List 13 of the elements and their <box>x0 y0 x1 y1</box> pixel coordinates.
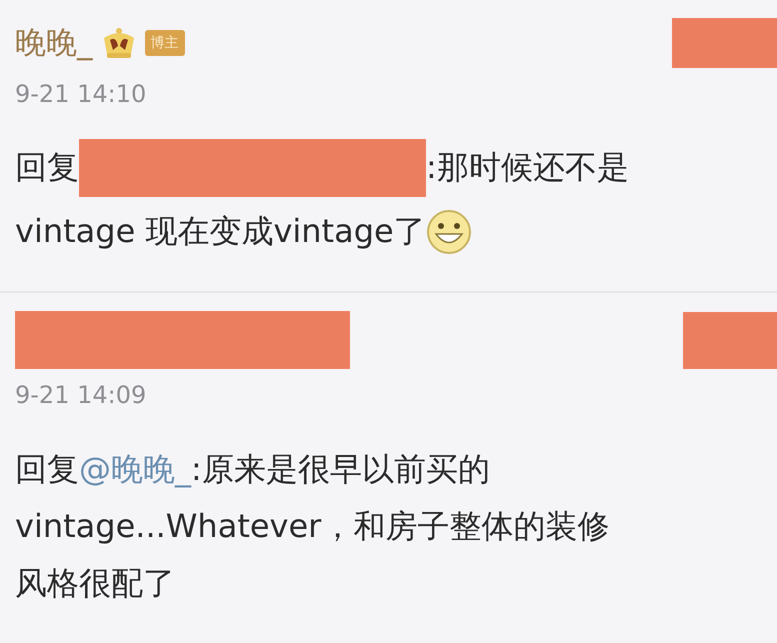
comment-text: :原来是很早以前买的 <box>191 448 490 490</box>
grin-emoji-icon <box>426 209 472 255</box>
comment-text: vintage 现在变成vintage了 <box>15 211 426 252</box>
timestamp: 9-21 14:10 <box>15 80 148 108</box>
comment-text: 回复 <box>15 147 79 188</box>
mention-link[interactable]: @晚晚_ <box>79 448 191 492</box>
timestamp: 9-21 14:09 <box>15 381 148 409</box>
comment-text: 风格很配了 <box>15 562 175 604</box>
comment-text: vintage...Whatever，和房子整体的装修 <box>15 506 610 546</box>
comment-text: 回复 <box>15 448 79 490</box>
blogger-badge: 博主 <box>144 30 184 56</box>
comment-text: :那时候还不是 <box>426 147 629 188</box>
username[interactable]: 晚晚_ <box>15 22 92 64</box>
